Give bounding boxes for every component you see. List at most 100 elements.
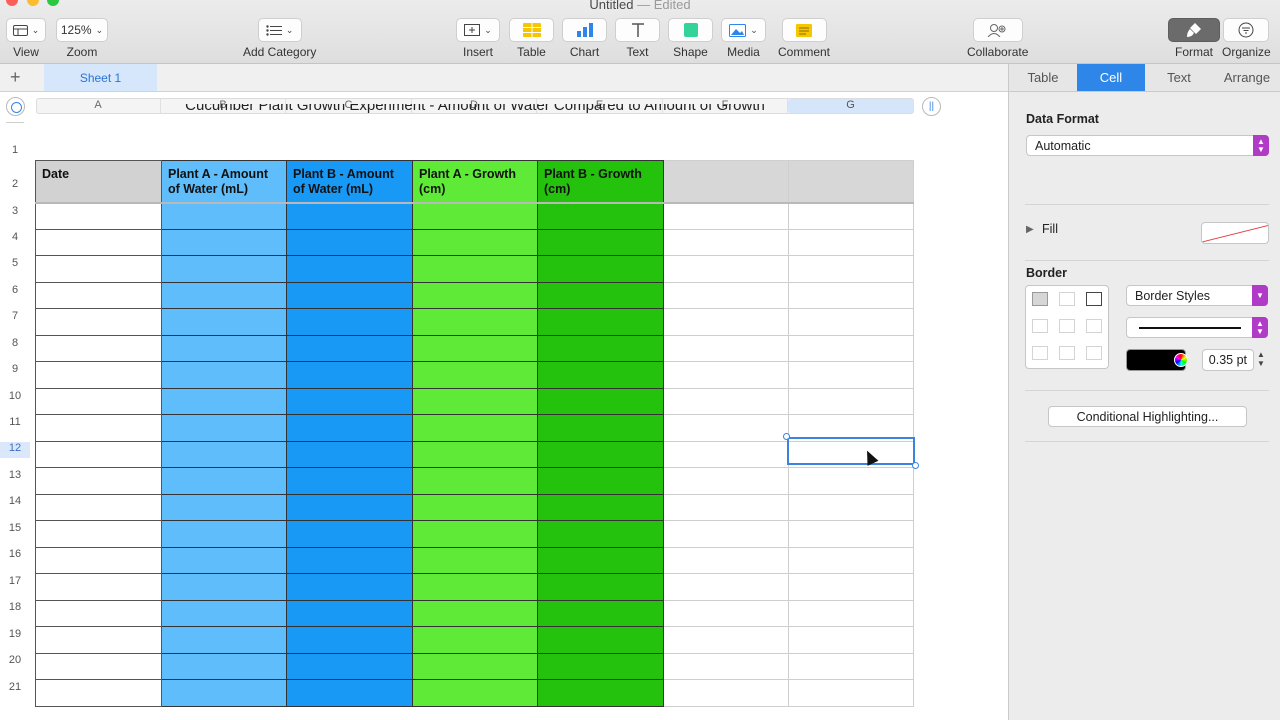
cell-a4[interactable] — [35, 228, 162, 256]
cell-f20[interactable] — [663, 652, 789, 680]
cell-a21[interactable] — [35, 679, 162, 707]
bottom-border-icon[interactable] — [1086, 346, 1102, 360]
cell-d12[interactable] — [412, 440, 538, 468]
row-header-12[interactable]: 12 — [0, 442, 30, 458]
cell-f16[interactable] — [663, 546, 789, 574]
cell-a18[interactable] — [35, 599, 162, 627]
cell-d15[interactable] — [412, 520, 538, 548]
text-button[interactable]: Text — [615, 18, 660, 59]
cell-f12[interactable] — [663, 440, 789, 468]
cell-e3[interactable] — [537, 202, 664, 230]
cell-f8[interactable] — [663, 334, 789, 362]
cell-f19[interactable] — [663, 626, 789, 654]
cell-b7[interactable] — [161, 308, 287, 336]
cell-g3[interactable] — [788, 202, 914, 230]
selection-handle[interactable] — [783, 433, 790, 440]
cell-c10[interactable] — [286, 387, 413, 415]
cell-f6[interactable] — [663, 281, 789, 309]
cell-c3[interactable] — [286, 202, 413, 230]
row-header-15[interactable]: 15 — [0, 522, 30, 538]
cell-d14[interactable] — [412, 493, 538, 521]
sheet-title[interactable]: Cucumber Plant Growth Experiment - Amoun… — [36, 104, 914, 118]
row-header-9[interactable]: 9 — [0, 363, 30, 379]
cell-b19[interactable] — [161, 626, 287, 654]
cell-e19[interactable] — [537, 626, 664, 654]
cell-b12[interactable] — [161, 440, 287, 468]
cell-b3[interactable] — [161, 202, 287, 230]
inner-borders-icon[interactable] — [1059, 292, 1075, 306]
cell-d7[interactable] — [412, 308, 538, 336]
cell-d17[interactable] — [412, 573, 538, 601]
cell-f21[interactable] — [663, 679, 789, 707]
cell-b14[interactable] — [161, 493, 287, 521]
cell-e15[interactable] — [537, 520, 664, 548]
row-header-8[interactable]: 8 — [0, 337, 30, 353]
cell-c14[interactable] — [286, 493, 413, 521]
zoom-menu[interactable]: 125% ⌄ Zoom — [56, 18, 108, 59]
cell-d3[interactable] — [412, 202, 538, 230]
collaborate-button[interactable]: Collaborate — [967, 18, 1028, 59]
cell-g7[interactable] — [788, 308, 914, 336]
fill-label[interactable]: Fill — [1042, 222, 1058, 236]
cell-b21[interactable] — [161, 679, 287, 707]
row-header-14[interactable]: 14 — [0, 495, 30, 511]
cell-c12[interactable] — [286, 440, 413, 468]
cell-c5[interactable] — [286, 255, 413, 283]
cell-g14[interactable] — [788, 493, 914, 521]
row-header-16[interactable]: 16 — [0, 548, 30, 564]
cell-c6[interactable] — [286, 281, 413, 309]
shape-button[interactable]: Shape — [668, 18, 713, 59]
cell-b15[interactable] — [161, 520, 287, 548]
vertical-inner-border-icon[interactable] — [1059, 319, 1075, 333]
cell-e16[interactable] — [537, 546, 664, 574]
cell-b16[interactable] — [161, 546, 287, 574]
row-header-13[interactable]: 13 — [0, 469, 30, 485]
cell-a11[interactable] — [35, 414, 162, 442]
cell-g4[interactable] — [788, 228, 914, 256]
row-header-21[interactable]: 21 — [0, 681, 30, 697]
add-sheet-button[interactable]: + — [10, 67, 21, 88]
left-border-icon[interactable] — [1032, 319, 1048, 333]
cell-d6[interactable] — [412, 281, 538, 309]
cell-d5[interactable] — [412, 255, 538, 283]
cell-f17[interactable] — [663, 573, 789, 601]
cell-b18[interactable] — [161, 599, 287, 627]
cell-g18[interactable] — [788, 599, 914, 627]
row-header-10[interactable]: 10 — [0, 390, 30, 406]
cell-a12[interactable] — [35, 440, 162, 468]
header-cell-b[interactable]: Plant A - Amount of Water (mL) — [161, 160, 287, 204]
select-table-button[interactable] — [6, 97, 25, 116]
cell-a13[interactable] — [35, 467, 162, 495]
cell-a5[interactable] — [35, 255, 162, 283]
cell-e9[interactable] — [537, 361, 664, 389]
cell-g17[interactable] — [788, 573, 914, 601]
tab-arrange[interactable]: Arrange — [1213, 64, 1280, 91]
row-header-19[interactable]: 19 — [0, 628, 30, 644]
fill-color-well[interactable] — [1201, 222, 1269, 244]
header-cell-e[interactable]: Plant B - Growth (cm) — [537, 160, 664, 204]
cell-f7[interactable] — [663, 308, 789, 336]
cell-g16[interactable] — [788, 546, 914, 574]
cell-f18[interactable] — [663, 599, 789, 627]
cell-f13[interactable] — [663, 467, 789, 495]
header-cell-g[interactable] — [788, 160, 914, 204]
cell-f3[interactable] — [663, 202, 789, 230]
cell-a15[interactable] — [35, 520, 162, 548]
cell-d8[interactable] — [412, 334, 538, 362]
cell-a17[interactable] — [35, 573, 162, 601]
cell-e13[interactable] — [537, 467, 664, 495]
cell-e14[interactable] — [537, 493, 664, 521]
cell-g20[interactable] — [788, 652, 914, 680]
outer-borders-icon[interactable] — [1086, 292, 1102, 306]
cell-f10[interactable] — [663, 387, 789, 415]
cell-a20[interactable] — [35, 652, 162, 680]
cell-e8[interactable] — [537, 334, 664, 362]
cell-a16[interactable] — [35, 546, 162, 574]
border-styles-popup[interactable]: Border Styles ▼ — [1126, 285, 1268, 306]
cell-c13[interactable] — [286, 467, 413, 495]
cell-e6[interactable] — [537, 281, 664, 309]
row-header-6[interactable]: 6 — [0, 284, 30, 300]
cell-e10[interactable] — [537, 387, 664, 415]
row-header-2[interactable]: 2 — [0, 178, 30, 194]
media-menu[interactable]: ⌄ Media — [721, 18, 766, 59]
